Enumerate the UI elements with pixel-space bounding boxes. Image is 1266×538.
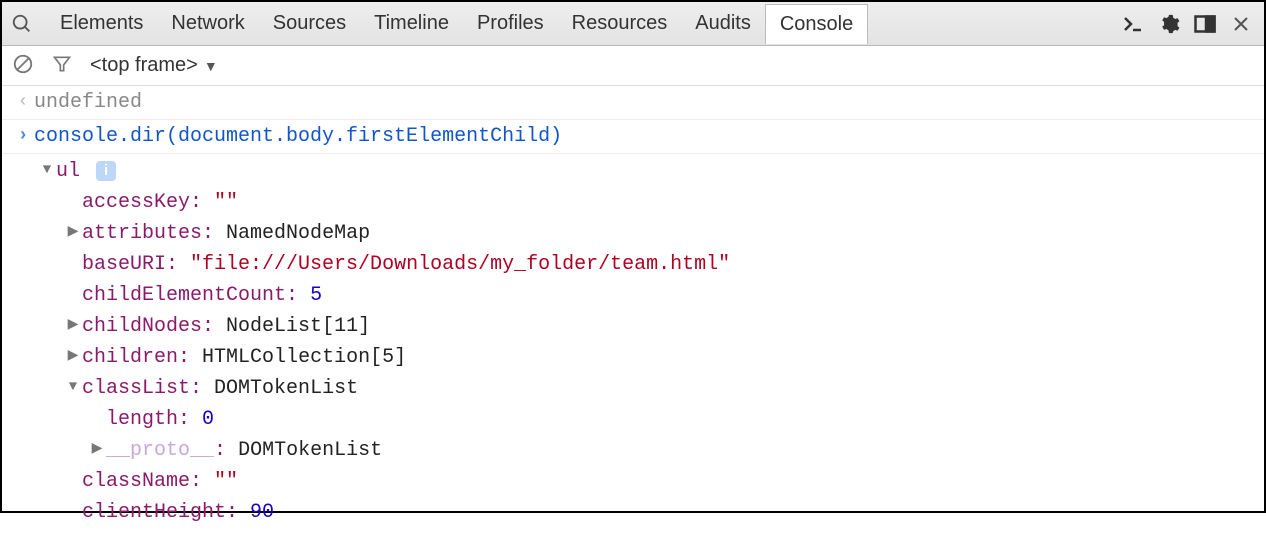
- panel-tabs: Elements Network Sources Timeline Profil…: [46, 4, 868, 43]
- console-body: ‹ undefined › console.dir(document.body.…: [2, 86, 1264, 538]
- tree-node-label: ul: [56, 160, 80, 183]
- tab-profiles[interactable]: Profiles: [463, 4, 558, 43]
- prop-classname: className: "": [38, 466, 1254, 497]
- show-drawer-icon[interactable]: [1120, 11, 1146, 37]
- object-tree: ul i accessKey: "" attributes: NamedNode…: [2, 154, 1264, 538]
- prop-key: __proto__: [106, 439, 214, 462]
- search-icon[interactable]: [8, 10, 36, 38]
- tab-sources[interactable]: Sources: [259, 4, 360, 43]
- prop-value: "": [214, 470, 238, 493]
- prop-value: NamedNodeMap: [226, 222, 370, 245]
- console-subbar: <top frame> ▼: [2, 46, 1264, 86]
- output-text: undefined: [34, 87, 142, 118]
- console-output-row: ‹ undefined: [2, 86, 1264, 120]
- prop-value: DOMTokenList: [238, 439, 382, 462]
- prop-key: attributes:: [82, 222, 214, 245]
- toolbar-right: [1120, 11, 1258, 37]
- input-code: console.dir(document.body.firstElementCh…: [34, 121, 562, 152]
- clear-console-icon[interactable]: [12, 53, 34, 79]
- prop-key: childElementCount:: [82, 284, 298, 307]
- prop-attributes[interactable]: attributes: NamedNodeMap: [38, 218, 1254, 249]
- frame-selector[interactable]: <top frame> ▼: [90, 54, 218, 77]
- prop-key: className:: [82, 470, 202, 493]
- prop-key: children:: [82, 346, 190, 369]
- console-input-row[interactable]: › console.dir(document.body.firstElement…: [2, 120, 1264, 154]
- prop-value: HTMLCollection[5]: [202, 346, 406, 369]
- tab-audits[interactable]: Audits: [681, 4, 765, 43]
- disclosure-triangle-right-icon[interactable]: [88, 439, 106, 461]
- disclosure-triangle-right-icon[interactable]: [64, 346, 82, 368]
- dock-side-icon[interactable]: [1192, 11, 1218, 37]
- disclosure-triangle-down-icon[interactable]: [38, 160, 56, 182]
- filter-icon[interactable]: [52, 54, 72, 78]
- prop-accesskey: accessKey: "": [38, 187, 1254, 218]
- prop-classlist-proto[interactable]: __proto__: DOMTokenList: [38, 435, 1254, 466]
- disclosure-triangle-right-icon[interactable]: [64, 222, 82, 244]
- prop-key: baseURI:: [82, 253, 178, 276]
- devtools-toolbar: Elements Network Sources Timeline Profil…: [2, 2, 1264, 46]
- tab-elements[interactable]: Elements: [46, 4, 157, 43]
- tab-timeline[interactable]: Timeline: [360, 4, 463, 43]
- prop-key: childNodes:: [82, 315, 214, 338]
- tree-node-ul[interactable]: ul i: [38, 156, 1254, 187]
- prop-value: 5: [310, 284, 322, 307]
- output-arrow-icon: ‹: [12, 87, 34, 117]
- prop-key: classList:: [82, 377, 202, 400]
- prop-value: DOMTokenList: [214, 377, 358, 400]
- prop-value: "": [214, 191, 238, 214]
- prop-childnodes[interactable]: childNodes: NodeList[11]: [38, 311, 1254, 342]
- disclosure-triangle-down-icon[interactable]: [64, 377, 82, 399]
- settings-gear-icon[interactable]: [1156, 11, 1182, 37]
- prop-key: accessKey:: [82, 191, 202, 214]
- frame-selector-label: <top frame>: [90, 54, 198, 77]
- prop-value: "file:///Users/Downloads/my_folder/team.…: [190, 253, 730, 276]
- prompt-icon: ›: [12, 121, 34, 151]
- prop-value: NodeList[11]: [226, 315, 370, 338]
- tab-console[interactable]: Console: [765, 4, 868, 44]
- prop-childelementcount: childElementCount: 5: [38, 280, 1254, 311]
- prop-classlist-length: length: 0: [38, 404, 1254, 435]
- close-icon[interactable]: [1228, 11, 1254, 37]
- tab-resources[interactable]: Resources: [558, 4, 682, 43]
- prop-baseuri: baseURI: "file:///Users/Downloads/my_fol…: [38, 249, 1254, 280]
- disclosure-triangle-right-icon[interactable]: [64, 315, 82, 337]
- info-badge-icon[interactable]: i: [96, 161, 116, 181]
- tab-network[interactable]: Network: [157, 4, 258, 43]
- prop-value: 0: [202, 408, 214, 431]
- chevron-down-icon: ▼: [204, 58, 218, 74]
- prop-key: length:: [106, 408, 190, 431]
- prop-children[interactable]: children: HTMLCollection[5]: [38, 342, 1254, 373]
- prop-classlist[interactable]: classList: DOMTokenList: [38, 373, 1254, 404]
